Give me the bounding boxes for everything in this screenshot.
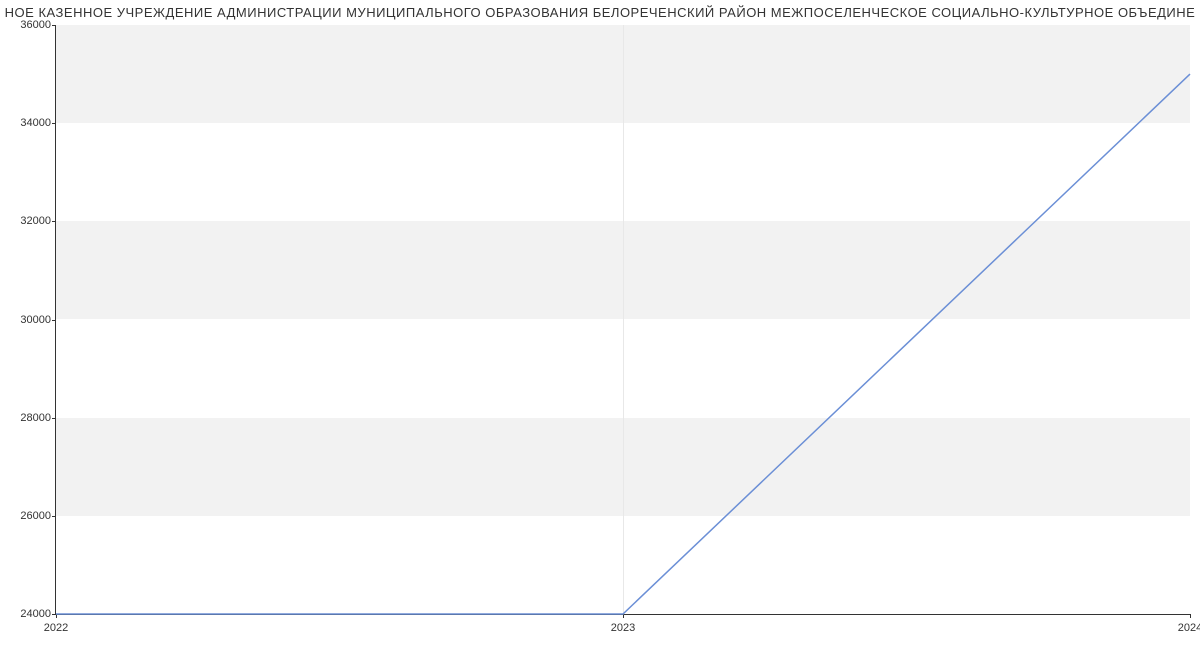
y-tick-label: 36000: [11, 19, 51, 31]
plot-area: 36000 34000 32000 30000 28000 26000 2400…: [55, 25, 1190, 615]
chart-title: НОЕ КАЗЕННОЕ УЧРЕЖДЕНИЕ АДМИНИСТРАЦИИ МУ…: [5, 5, 1196, 20]
x-tick-label: 2023: [611, 622, 635, 634]
y-tick-label: 28000: [11, 412, 51, 424]
x-tick-mark: [1190, 614, 1191, 618]
line-chart-svg: [56, 25, 1190, 614]
x-tick-label: 2024: [1178, 622, 1200, 634]
y-tick-label: 30000: [11, 314, 51, 326]
y-tick-label: 34000: [11, 117, 51, 129]
x-tick-label: 2022: [44, 622, 68, 634]
chart-container: 36000 34000 32000 30000 28000 26000 2400…: [55, 25, 1190, 615]
y-tick-label: 32000: [11, 215, 51, 227]
y-tick-label: 26000: [11, 510, 51, 522]
y-tick-label: 24000: [11, 608, 51, 620]
data-series-line: [56, 74, 1190, 614]
